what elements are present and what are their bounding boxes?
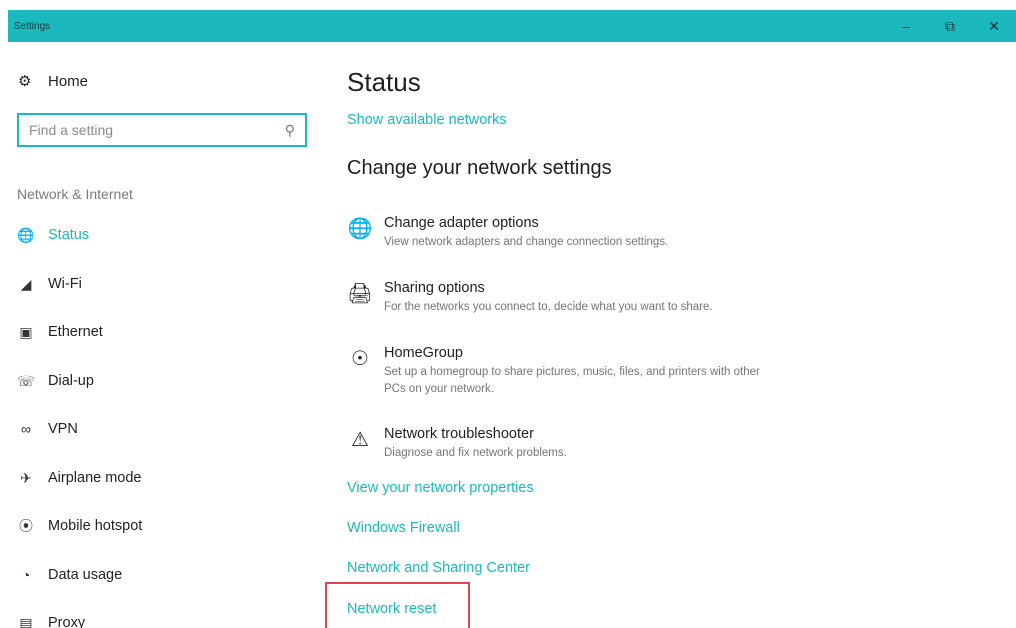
dialup-icon: ☏: [17, 372, 35, 389]
sidebar-item-ethernet[interactable]: ▣ Ethernet: [16, 319, 103, 345]
window-title: Settings: [14, 20, 51, 32]
sidebar: ⚙ Home ⚲ Network & Internet 🌐 Status ◢ W…: [0, 42, 330, 628]
section-heading: Change your network settings: [347, 157, 612, 179]
sidebar-item-proxy[interactable]: ▤ Proxy: [16, 610, 85, 628]
sidebar-item-label: Mobile hotspot: [48, 518, 143, 534]
sidebar-item-label: Airplane mode: [48, 470, 142, 486]
hotspot-icon: ⦿: [19, 518, 33, 534]
network-troubleshooter-option[interactable]: ⚠ Network troubleshooter Diagnose and fi…: [347, 426, 784, 462]
minimize-button[interactable]: –: [884, 10, 928, 42]
search-input[interactable]: [29, 122, 285, 138]
option-title: Change adapter options: [384, 215, 539, 231]
network-sharing-center-link[interactable]: Network and Sharing Center: [347, 560, 530, 576]
option-description: Diagnose and fix network problems.: [384, 447, 567, 459]
adapter-icon: 🌐: [347, 218, 373, 240]
change-adapter-options[interactable]: 🌐 Change adapter options View network ad…: [347, 215, 784, 251]
sidebar-item-vpn[interactable]: ∞ VPN: [16, 416, 78, 442]
homegroup-icon: ☉: [351, 348, 369, 370]
sharing-options[interactable]: 🖨 Sharing options For the networks you c…: [347, 280, 784, 316]
data-usage-icon: ◔: [21, 567, 31, 583]
gear-icon: ⚙: [18, 73, 32, 90]
option-title: Sharing options: [384, 280, 485, 296]
main-content: Status Show available networks Change yo…: [347, 42, 987, 628]
home-nav-item[interactable]: ⚙ Home: [18, 72, 89, 91]
sidebar-item-label: Data usage: [48, 567, 123, 583]
option-description: Set up a homegroup to share pictures, mu…: [384, 366, 760, 395]
sidebar-item-label: Status: [48, 227, 90, 243]
show-available-networks-link[interactable]: Show available networks: [347, 112, 507, 128]
windows-firewall-link[interactable]: Windows Firewall: [347, 520, 460, 536]
sidebar-item-label: VPN: [48, 421, 78, 437]
sidebar-item-label: Wi-Fi: [48, 276, 82, 292]
option-title: HomeGroup: [384, 345, 463, 361]
option-description: View network adapters and change connect…: [384, 236, 669, 248]
sidebar-item-label: Dial-up: [48, 373, 94, 389]
ethernet-icon: ▣: [19, 323, 33, 340]
section-label: Network & Internet: [17, 186, 133, 202]
title-bar: Settings – ⧉ ✕: [8, 10, 1016, 42]
view-network-properties-link[interactable]: View your network properties: [347, 480, 534, 496]
vpn-icon: ∞: [21, 421, 31, 437]
sidebar-item-wifi[interactable]: ◢ Wi-Fi: [16, 271, 82, 297]
sidebar-item-dialup[interactable]: ☏ Dial-up: [16, 368, 94, 394]
option-title: Network troubleshooter: [384, 426, 534, 442]
home-label: Home: [48, 72, 89, 90]
wifi-icon: ◢: [20, 275, 32, 292]
globe-icon: 🌐: [17, 226, 35, 243]
warning-icon: ⚠: [351, 429, 369, 451]
sidebar-item-label: Proxy: [48, 615, 86, 628]
page-title: Status: [347, 67, 421, 97]
close-button[interactable]: ✕: [972, 10, 1016, 42]
sidebar-item-mobile-hotspot[interactable]: ⦿ Mobile hotspot: [16, 513, 142, 539]
option-description: For the networks you connect to, decide …: [384, 301, 713, 313]
proxy-icon: ▤: [19, 614, 33, 628]
search-box[interactable]: ⚲: [17, 113, 307, 147]
homegroup-option[interactable]: ☉ HomeGroup Set up a homegroup to share …: [347, 345, 784, 398]
restore-button[interactable]: ⧉: [928, 10, 972, 42]
window-controls: – ⧉ ✕: [884, 10, 1016, 42]
sharing-icon: 🖨: [347, 283, 373, 305]
search-icon[interactable]: ⚲: [285, 122, 295, 139]
sidebar-item-data-usage[interactable]: ◔ Data usage: [16, 562, 122, 588]
highlight-box: [325, 582, 470, 628]
sidebar-item-label: Ethernet: [48, 324, 103, 340]
sidebar-item-status[interactable]: 🌐 Status: [16, 222, 89, 248]
sidebar-item-airplane-mode[interactable]: ✈ Airplane mode: [16, 465, 142, 491]
airplane-icon: ✈: [20, 469, 32, 486]
